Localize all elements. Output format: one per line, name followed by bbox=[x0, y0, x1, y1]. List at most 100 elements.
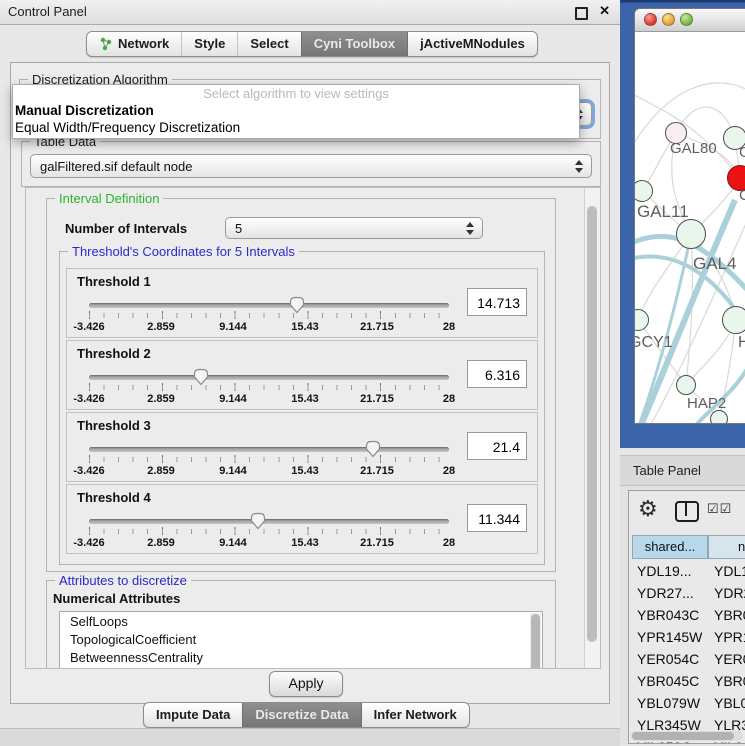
threshold-3-slider[interactable]: -3.4262.8599.14415.4321.71528 bbox=[89, 439, 449, 479]
list-item[interactable]: BetweennessCentrality bbox=[60, 648, 542, 666]
threshold-1-value-field[interactable]: 14.713 bbox=[467, 288, 527, 316]
table-row[interactable]: YPR145WYPR1 bbox=[629, 629, 745, 651]
threshold-2-label: Threshold 2 bbox=[77, 346, 151, 361]
control-panel-title: Control Panel bbox=[8, 4, 87, 19]
slider-track[interactable] bbox=[89, 447, 449, 452]
tick-label: 28 bbox=[443, 393, 455, 405]
slider-handle[interactable] bbox=[250, 512, 266, 530]
tick-label: -3.426 bbox=[73, 321, 104, 333]
tab-style-label: Style bbox=[194, 36, 225, 51]
tick-label: 2.859 bbox=[147, 393, 175, 405]
tick-label: 21.715 bbox=[360, 537, 394, 549]
slider-handle[interactable] bbox=[193, 368, 209, 386]
table-panel-title: Table Panel bbox=[633, 463, 701, 478]
network-node-hap2[interactable] bbox=[676, 375, 696, 395]
attributes-title: Attributes to discretize bbox=[55, 573, 191, 588]
list-item[interactable]: TopologicalCoefficient bbox=[60, 630, 542, 648]
scrollbar-thumb[interactable] bbox=[587, 206, 597, 642]
close-traffic-light[interactable] bbox=[644, 13, 657, 26]
combo-arrows-icon bbox=[575, 159, 584, 174]
scrollbar-thumb[interactable] bbox=[632, 732, 734, 740]
node-label-gal80: GAL80 bbox=[670, 140, 717, 157]
table-row[interactable]: YDL19...YDL1 bbox=[629, 563, 745, 585]
table-row[interactable]: YBL079WYBL0 bbox=[629, 695, 745, 717]
combo-arrows-icon bbox=[466, 221, 475, 236]
dropdown-option-equal-width[interactable]: Equal Width/Frequency Discretization bbox=[13, 119, 579, 136]
network-node-partial-right[interactable] bbox=[722, 306, 745, 334]
tick-label: 9.144 bbox=[219, 465, 247, 477]
table-row[interactable]: YBR045CYBR0 bbox=[629, 673, 745, 695]
bottom-strip bbox=[0, 728, 620, 746]
algorithm-dropdown-popup: Select algorithm to view settings Manual… bbox=[12, 84, 580, 139]
tab-infer-network[interactable]: Infer Network bbox=[361, 703, 469, 727]
threshold-2-slider[interactable]: -3.4262.8599.14415.4321.71528 bbox=[89, 367, 449, 407]
threshold-coordinates-group: Threshold's Coordinates for 5 Intervals … bbox=[59, 251, 545, 565]
threshold-3-label: Threshold 3 bbox=[77, 418, 151, 433]
slider-track[interactable] bbox=[89, 519, 449, 524]
top-tab-bar: Network Style Select Cyni Toolbox jActiv… bbox=[86, 31, 538, 57]
table-horizontal-scrollbar[interactable] bbox=[630, 731, 743, 741]
network-icon bbox=[99, 37, 113, 51]
slider-track[interactable] bbox=[89, 303, 449, 308]
tab-impute-data[interactable]: Impute Data bbox=[144, 703, 242, 727]
minimize-traffic-light[interactable] bbox=[662, 13, 675, 26]
zoom-traffic-light[interactable] bbox=[680, 13, 693, 26]
gear-icon[interactable]: ⚙ bbox=[638, 496, 658, 522]
column-header-name[interactable]: n bbox=[708, 535, 745, 559]
tick-label: 2.859 bbox=[147, 321, 175, 333]
threshold-1-label: Threshold 1 bbox=[77, 274, 151, 289]
slider-track[interactable] bbox=[89, 375, 449, 380]
tab-impute-data-label: Impute Data bbox=[156, 707, 230, 722]
select-columns-icon[interactable]: ☑☑ bbox=[707, 501, 732, 517]
show-columns-icon[interactable] bbox=[675, 501, 699, 522]
table-row[interactable]: YDR27...YDR2 bbox=[629, 585, 745, 607]
interval-definition-group: Interval Definition Number of Intervals … bbox=[46, 198, 556, 572]
slider-handle[interactable] bbox=[365, 440, 381, 458]
threshold-4-label: Threshold 4 bbox=[77, 490, 151, 505]
node-label-gal11: GAL11 bbox=[637, 202, 689, 222]
node-label-partial-g: G bbox=[739, 144, 745, 161]
dropdown-option-manual[interactable]: Manual Discretization bbox=[13, 102, 579, 119]
tick-label: 9.144 bbox=[219, 321, 247, 333]
list-item[interactable]: SelfLoops bbox=[60, 612, 542, 630]
tick-label: 21.715 bbox=[360, 393, 394, 405]
threshold-2-value-field[interactable]: 6.316 bbox=[467, 360, 527, 388]
tab-style[interactable]: Style bbox=[181, 32, 237, 56]
numerical-attributes-list[interactable]: SelfLoops TopologicalCoefficient Between… bbox=[59, 611, 543, 669]
node-label-gcy1: GCY1 bbox=[635, 334, 673, 352]
tab-network-label: Network bbox=[118, 36, 169, 51]
threshold-4-value-field[interactable]: 11.344 bbox=[467, 504, 527, 532]
tick-label: 2.859 bbox=[147, 537, 175, 549]
tick-label: 15.43 bbox=[291, 465, 319, 477]
network-canvas[interactable]: GAL80 G GAL11 C GAL4 GCY1 H HAP2 bbox=[635, 32, 745, 424]
network-node-partial-bottom[interactable] bbox=[710, 410, 728, 424]
settings-scrollbar[interactable] bbox=[584, 188, 600, 668]
threshold-1-slider[interactable]: -3.4262.8599.14415.4321.71528 bbox=[89, 295, 449, 335]
tab-cyni-toolbox-label: Cyni Toolbox bbox=[314, 36, 395, 51]
float-window-icon[interactable] bbox=[575, 7, 588, 20]
threshold-4-slider[interactable]: -3.4262.8599.14415.4321.71528 bbox=[89, 511, 449, 551]
table-data-combobox[interactable]: galFiltered.sif default node bbox=[30, 154, 592, 178]
tab-jactivemnodules[interactable]: jActiveMNodules bbox=[407, 32, 537, 56]
network-window: GAL80 G GAL11 C GAL4 GCY1 H HAP2 bbox=[634, 8, 745, 424]
slider-handle[interactable] bbox=[289, 296, 305, 314]
tab-select-label: Select bbox=[250, 36, 288, 51]
tab-discretize-data-label: Discretize Data bbox=[255, 707, 348, 722]
node-label-partial-c: C bbox=[739, 187, 745, 204]
number-of-intervals-combobox[interactable]: 5 bbox=[225, 217, 483, 239]
node-label-gal4: GAL4 bbox=[693, 254, 736, 274]
apply-button[interactable]: Apply bbox=[269, 671, 343, 697]
tab-select[interactable]: Select bbox=[237, 32, 300, 56]
network-node-gal4[interactable] bbox=[676, 219, 706, 249]
threshold-3-value-field[interactable]: 21.4 bbox=[467, 432, 527, 460]
list-scrollbar[interactable] bbox=[530, 613, 541, 669]
tick-label: -3.426 bbox=[73, 393, 104, 405]
table-row[interactable]: YBR043CYBR0 bbox=[629, 607, 745, 629]
tab-discretize-data[interactable]: Discretize Data bbox=[242, 703, 360, 727]
tab-cyni-toolbox[interactable]: Cyni Toolbox bbox=[301, 32, 407, 56]
close-icon[interactable]: ✕ bbox=[599, 3, 610, 19]
table-row[interactable]: YER054CYER0 bbox=[629, 651, 745, 673]
table-panel-body: ⚙ ☑☑ shared... n YDL19...YDL1 YDR27...YD… bbox=[620, 486, 745, 745]
tab-network[interactable]: Network bbox=[87, 32, 181, 56]
column-header-shared-name[interactable]: shared... bbox=[632, 535, 708, 559]
